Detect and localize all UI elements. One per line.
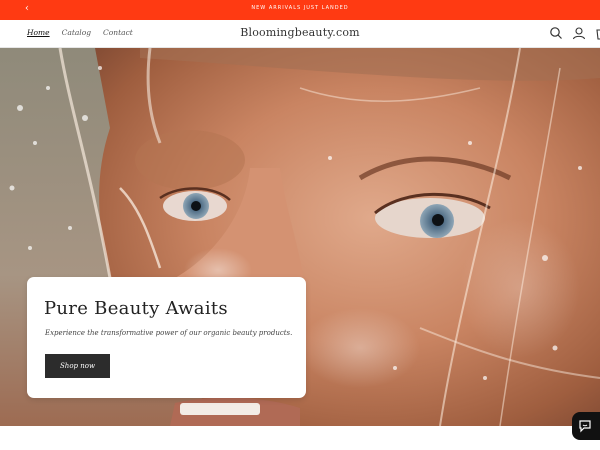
page-bottom [0,426,600,450]
header-icons [549,26,600,40]
brand-logo[interactable]: Bloomingbeauty.com [0,26,600,39]
chat-widget[interactable] [572,412,600,440]
cart-icon[interactable] [595,26,600,40]
site-header: Home Catalog Contact Bloomingbeauty.com [0,20,600,48]
account-icon[interactable] [572,26,586,40]
announcement-text: New arrivals just landed [251,5,349,11]
shop-now-button[interactable]: Shop now [45,354,110,378]
hero-banner: Pure Beauty Awaits Experience the transf… [0,48,600,426]
hero-title: Pure Beauty Awaits [44,298,228,319]
search-icon[interactable] [549,26,563,40]
announcement-bar: ‹ New arrivals just landed [0,0,600,20]
chat-icon [579,420,591,433]
hero-card: Pure Beauty Awaits Experience the transf… [27,277,306,398]
hero-subtitle: Experience the transformative power of o… [45,329,293,337]
